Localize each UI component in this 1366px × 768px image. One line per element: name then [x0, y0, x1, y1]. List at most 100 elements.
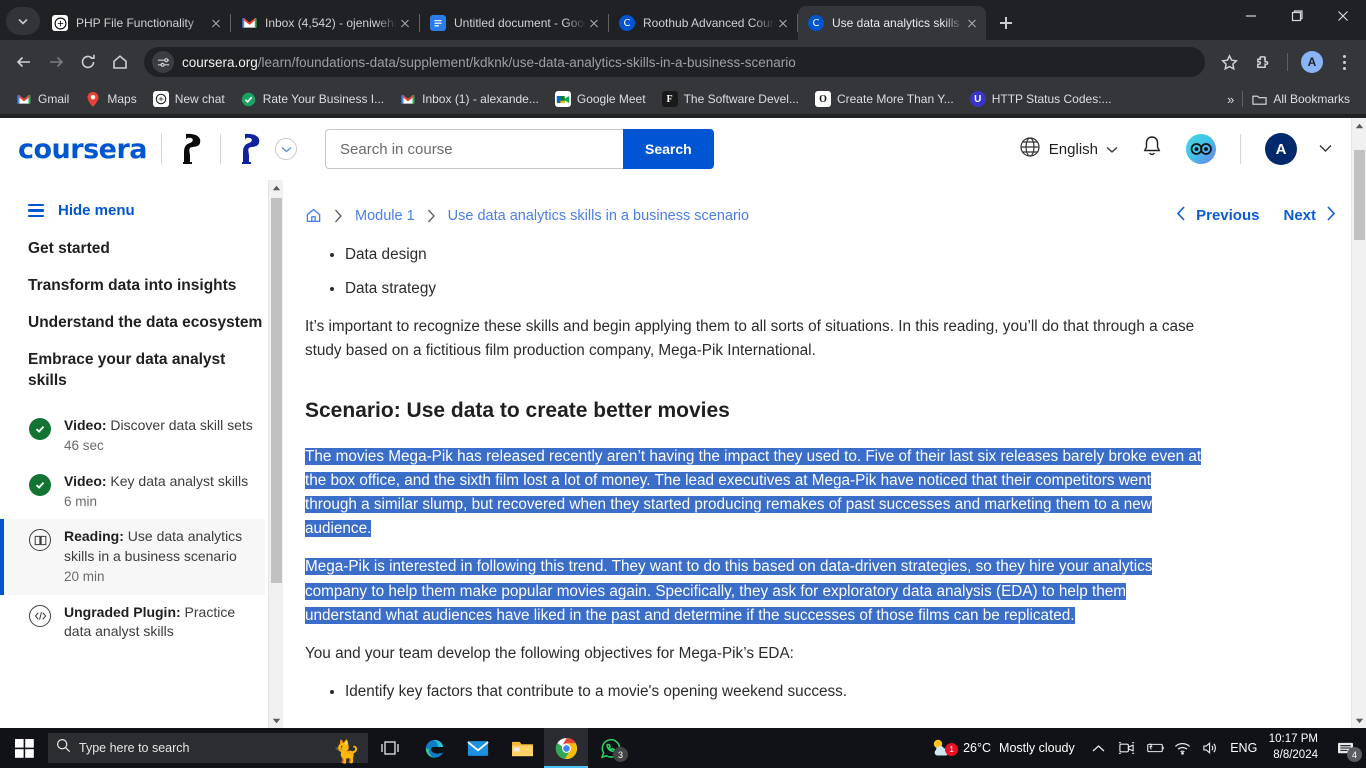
sidebar-scroll-thumb[interactable] [271, 198, 282, 583]
search-input[interactable] [325, 129, 623, 169]
sidebar-item-practice-data-analyst-skills[interactable]: Ungraded Plugin: Practice data analyst s… [28, 595, 265, 650]
bookmark-label: Rate Your Business I... [263, 92, 384, 106]
bookmark-item[interactable]: New chat [145, 88, 233, 110]
sidebar-section-transform-data[interactable]: Transform data into insights [28, 276, 265, 297]
browser-tab[interactable]: Untitled document - Google [420, 6, 608, 40]
site-settings-icon[interactable] [152, 51, 174, 73]
minimize-button[interactable] [1228, 0, 1274, 32]
u-letter-icon: U [970, 91, 986, 107]
browser-tab[interactable]: C Roothub Advanced Courses [609, 6, 797, 40]
sidebar-section-data-ecosystem[interactable]: Understand the data ecosystem [28, 313, 265, 334]
page-scrollbar[interactable] [1351, 118, 1366, 728]
partner-logo-blue [235, 132, 265, 166]
microsoft-edge-icon[interactable] [412, 728, 456, 768]
camera-device-icon[interactable] [1113, 728, 1141, 768]
address-bar[interactable]: coursera.org/learn/foundations-data/supp… [144, 47, 1205, 77]
start-button[interactable] [0, 728, 48, 768]
account-chevron-down-icon[interactable] [1319, 140, 1332, 158]
bookmark-item[interactable]: Maps [77, 88, 144, 110]
search-button[interactable]: Search [623, 129, 714, 169]
browser-tab-active[interactable]: C Use data analytics skills in a b [798, 6, 986, 40]
partner-chevron-down-icon[interactable] [275, 138, 297, 160]
bookmark-item[interactable]: O Create More Than Y... [807, 88, 962, 110]
back-icon[interactable] [8, 46, 40, 78]
taskbar-search-box[interactable]: Type here to search 🐈 [48, 733, 368, 763]
sidebar-item-discover-data-skill-sets[interactable]: Video: Discover data skill sets 46 sec [28, 408, 265, 464]
hide-menu-button[interactable]: Hide menu [28, 202, 265, 219]
chrome-profile-avatar[interactable]: A [1296, 46, 1328, 78]
bookmark-item[interactable]: Google Meet [547, 88, 654, 110]
chrome-menu-icon[interactable] [1330, 46, 1358, 78]
sidebar-item-use-data-analytics-skills[interactable]: Reading: Use data analytics skills in a … [0, 519, 265, 594]
scroll-down-arrow-icon[interactable] [269, 713, 283, 728]
file-explorer-icon[interactable] [500, 728, 544, 768]
wifi-icon[interactable] [1169, 728, 1197, 768]
tab-close-icon[interactable] [775, 15, 791, 31]
coursera-logo[interactable]: coursera [18, 134, 147, 165]
breadcrumb-current[interactable]: Use data analytics skills in a business … [448, 208, 749, 224]
completed-check-icon [28, 417, 52, 441]
toolbar-divider [1287, 53, 1288, 71]
weather-widget[interactable]: 1 26°C Mostly cloudy [919, 737, 1085, 760]
extensions-puzzle-icon[interactable] [1247, 46, 1279, 78]
tab-close-icon[interactable] [208, 15, 224, 31]
scroll-up-arrow-icon[interactable] [1352, 118, 1366, 133]
sidebar-item-duration: 46 sec [64, 437, 253, 456]
tab-title: PHP File Functionality [76, 16, 208, 30]
previous-button[interactable]: Previous [1176, 206, 1259, 225]
bookmark-item[interactable]: U HTTP Status Codes:... [962, 88, 1120, 110]
user-avatar[interactable]: A [1265, 133, 1297, 165]
language-label: English [1049, 141, 1098, 158]
bookmark-item[interactable]: Inbox (1) - alexande... [392, 88, 547, 110]
task-view-icon[interactable] [368, 728, 412, 768]
new-tab-button[interactable] [992, 9, 1020, 37]
bookmarks-overflow-icon[interactable]: » [1219, 92, 1242, 107]
home-icon[interactable] [104, 46, 136, 78]
language-selector[interactable]: English [1019, 136, 1118, 162]
bookmark-item[interactable]: Gmail [8, 88, 77, 110]
bookmark-item[interactable]: Rate Your Business I... [233, 88, 392, 110]
browser-tab[interactable]: PHP File Functionality [42, 6, 230, 40]
all-bookmarks-button[interactable]: All Bookmarks [1243, 88, 1358, 110]
notifications-bell-icon[interactable] [1140, 134, 1164, 164]
tab-close-icon[interactable] [397, 15, 413, 31]
clock-time: 10:17 PM [1269, 732, 1318, 748]
scroll-down-arrow-icon[interactable] [1352, 713, 1366, 728]
clock[interactable]: 10:17 PM 8/8/2024 [1263, 732, 1328, 763]
notification-badge: 4 [1347, 747, 1362, 762]
sidebar-section-analyst-skills[interactable]: Embrace your data analyst skills [28, 350, 265, 392]
scroll-up-arrow-icon[interactable] [269, 180, 283, 195]
tab-search-chevron-icon[interactable] [6, 7, 40, 35]
tab-close-icon[interactable] [964, 15, 980, 31]
coursera-coach-icon[interactable] [1186, 134, 1216, 164]
forward-icon[interactable] [40, 46, 72, 78]
battery-icon[interactable] [1141, 728, 1169, 768]
sidebar-item-text: Ungraded Plugin: Practice data analyst s… [64, 603, 255, 642]
mail-icon[interactable] [456, 728, 500, 768]
bookmark-item[interactable]: F The Software Devel... [654, 88, 807, 110]
notification-center-icon[interactable]: 4 [1328, 728, 1362, 768]
sidebar-scrollbar[interactable] [268, 180, 283, 728]
tab-close-icon[interactable] [586, 15, 602, 31]
google-chrome-icon[interactable] [544, 728, 588, 768]
reload-icon[interactable] [72, 46, 104, 78]
gmail-icon [16, 91, 32, 107]
sidebar-item-key-data-analyst-skills[interactable]: Video: Key data analyst skills 6 min [28, 464, 265, 520]
next-button[interactable]: Next [1283, 206, 1336, 225]
toolbar-right: A [1213, 46, 1358, 78]
green-check-icon [241, 91, 257, 107]
volume-icon[interactable] [1197, 728, 1225, 768]
whatsapp-icon[interactable]: 3 [588, 728, 632, 768]
header-divider [161, 134, 162, 164]
close-window-button[interactable] [1320, 0, 1366, 32]
home-icon[interactable] [305, 207, 322, 224]
breadcrumb-module[interactable]: Module 1 [355, 208, 415, 224]
maps-pin-icon [85, 91, 101, 107]
page-scroll-thumb[interactable] [1354, 150, 1365, 240]
sidebar-section-get-started[interactable]: Get started [28, 239, 265, 260]
show-hidden-icons-chevron-up-icon[interactable] [1085, 728, 1113, 768]
maximize-button[interactable] [1274, 0, 1320, 32]
language-indicator[interactable]: ENG [1225, 728, 1263, 768]
browser-tab[interactable]: Inbox (4,542) - ojeniwehalexa [231, 6, 419, 40]
bookmark-star-icon[interactable] [1213, 46, 1245, 78]
